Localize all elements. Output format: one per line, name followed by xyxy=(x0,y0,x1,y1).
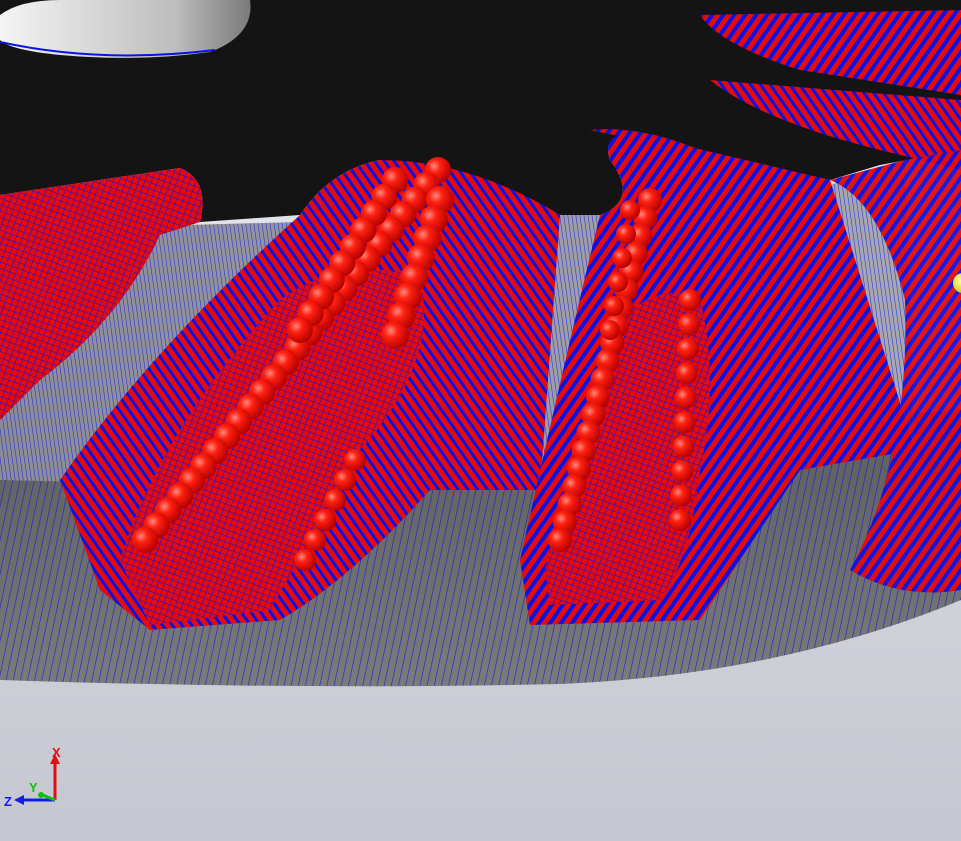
tool-sphere xyxy=(674,386,697,409)
tool-sphere xyxy=(344,449,366,471)
tool-sphere xyxy=(600,320,620,340)
z-axis-label: Z xyxy=(4,794,12,809)
tool-sphere xyxy=(675,362,698,385)
tool-sphere xyxy=(679,289,701,311)
tool-sphere xyxy=(608,272,628,292)
tool-sphere xyxy=(314,509,336,531)
machining-simulation-scene[interactable] xyxy=(0,0,961,841)
tool-sphere xyxy=(677,313,700,336)
tool-sphere xyxy=(676,337,699,360)
tool-sphere xyxy=(604,296,624,316)
tool-sphere xyxy=(671,460,694,483)
tool-sphere xyxy=(616,224,636,244)
tool-sphere xyxy=(324,489,346,511)
y-axis-label: Y xyxy=(29,780,38,795)
graphics-viewport[interactable]: X Z Y xyxy=(0,0,961,841)
tool-sphere xyxy=(669,509,691,531)
y-axis-end xyxy=(38,792,44,798)
tool-sphere xyxy=(294,549,316,571)
tool-sphere xyxy=(620,200,640,220)
tool-sphere xyxy=(670,484,693,507)
tool-sphere xyxy=(673,411,696,434)
tool-sphere xyxy=(304,529,326,551)
x-axis-label: X xyxy=(52,745,61,760)
tool-sphere xyxy=(548,528,572,552)
tool-sphere xyxy=(381,321,409,349)
z-axis-arrow xyxy=(14,795,24,805)
tool-sphere xyxy=(287,317,313,343)
tool-sphere xyxy=(612,248,632,268)
orientation-triad: X Z Y xyxy=(4,745,61,809)
tool-sphere xyxy=(334,469,356,491)
tool-sphere xyxy=(132,527,158,553)
tool-sphere xyxy=(672,435,695,458)
